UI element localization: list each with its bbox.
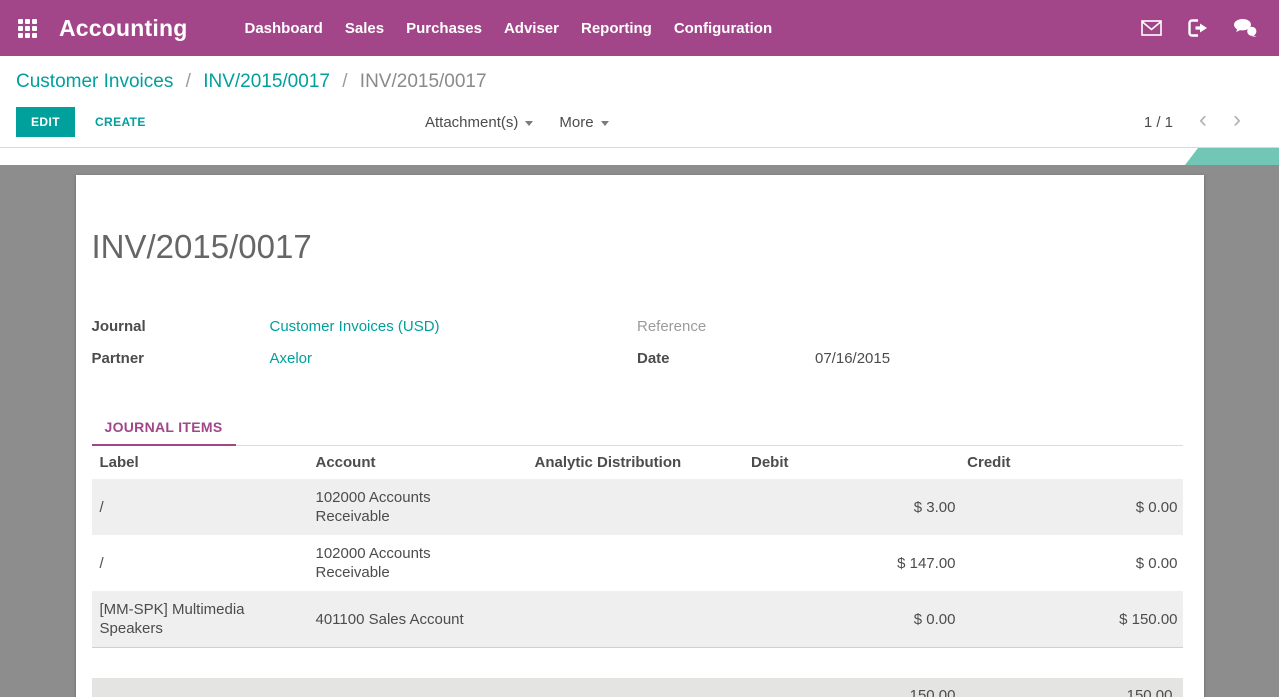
field-journal: Journal Customer Invoices (USD) — [92, 310, 638, 342]
field-partner: Partner Axelor — [92, 342, 638, 374]
control-panel-buttons: EDIT CREATE Attachment(s) More 1 / 1 ‹ › — [16, 107, 1263, 137]
header-account: Account — [316, 446, 535, 479]
journal-label: Journal — [92, 318, 270, 335]
header-label: Label — [92, 446, 316, 479]
table-row[interactable]: [MM-SPK] Multimedia Speakers 401100 Sale… — [92, 591, 1183, 648]
table-row[interactable]: / 102000 Accounts Receivable $ 147.00 $ … — [92, 535, 1183, 591]
notebook-tabs: JOURNAL ITEMS — [92, 419, 1183, 446]
pager: 1 / 1 ‹ › — [1144, 110, 1241, 134]
table-row[interactable]: / 102000 Accounts Receivable $ 3.00 $ 0.… — [92, 479, 1183, 535]
envelope-icon — [1141, 20, 1162, 36]
control-panel-dropdowns: Attachment(s) More — [425, 114, 609, 131]
cell-debit: $ 147.00 — [705, 535, 956, 591]
apps-grid-icon[interactable] — [18, 19, 37, 38]
total-credit: 150.00 — [956, 687, 1178, 697]
breadcrumb-current: INV/2015/0017 — [360, 71, 487, 92]
sign-out-icon — [1188, 19, 1208, 37]
nav-sales[interactable]: Sales — [334, 0, 395, 56]
status-stage-arrow — [1185, 148, 1279, 165]
header-analytic-distribution: Analytic Distribution — [535, 446, 705, 479]
tab-journal-items[interactable]: JOURNAL ITEMS — [92, 419, 236, 446]
journal-items-table: Label Account Analytic Distribution Debi… — [92, 446, 1183, 648]
nav-reporting[interactable]: Reporting — [570, 0, 663, 56]
cell-debit: $ 0.00 — [705, 591, 956, 648]
control-panel: Customer Invoices / INV/2015/0017 / INV/… — [0, 56, 1279, 148]
pager-next-button[interactable]: › — [1233, 110, 1241, 134]
invoice-number-title: INV/2015/0017 — [92, 175, 1183, 264]
journal-value-link[interactable]: Customer Invoices (USD) — [270, 318, 440, 335]
app-title: Accounting — [59, 15, 188, 42]
attachments-dropdown[interactable]: Attachment(s) — [425, 114, 533, 131]
cell-account: 102000 Accounts Receivable — [316, 479, 535, 535]
cell-analytic — [535, 535, 705, 591]
field-column-right: Reference Date 07/16/2015 — [637, 310, 1183, 374]
cell-label: / — [92, 535, 316, 591]
table-header-row: Label Account Analytic Distribution Debi… — [92, 446, 1183, 479]
field-date: Date 07/16/2015 — [637, 342, 1183, 374]
breadcrumb-invoice-parent[interactable]: INV/2015/0017 — [203, 71, 330, 92]
cell-label: [MM-SPK] Multimedia Speakers — [92, 591, 316, 648]
date-value: 07/16/2015 — [815, 350, 890, 367]
pager-count: 1 / 1 — [1144, 114, 1173, 131]
header-credit: Credit — [956, 446, 1183, 479]
breadcrumb-separator: / — [342, 71, 347, 92]
totals-row: 150.00 150.00 — [92, 678, 1183, 697]
breadcrumb-customer-invoices[interactable]: Customer Invoices — [16, 71, 173, 92]
breadcrumb-separator: / — [186, 71, 191, 92]
more-dropdown[interactable]: More — [559, 114, 608, 131]
partner-value-link[interactable]: Axelor — [270, 350, 313, 367]
reference-label: Reference — [637, 318, 815, 335]
field-group: Journal Customer Invoices (USD) Partner … — [92, 310, 1183, 374]
more-dropdown-label: More — [559, 114, 593, 131]
cell-credit: $ 0.00 — [956, 535, 1183, 591]
create-button[interactable]: CREATE — [95, 115, 146, 129]
field-reference: Reference — [637, 310, 1183, 342]
chat-button[interactable] — [1234, 19, 1257, 37]
breadcrumb: Customer Invoices / INV/2015/0017 / INV/… — [16, 70, 1263, 94]
total-debit: 150.00 — [92, 687, 956, 697]
statusbar — [0, 148, 1279, 165]
cell-account: 401100 Sales Account — [316, 591, 535, 648]
content-area: INV/2015/0017 Journal Customer Invoices … — [0, 165, 1279, 697]
attachments-dropdown-label: Attachment(s) — [425, 114, 518, 131]
cell-credit: $ 0.00 — [956, 479, 1183, 535]
edit-button[interactable]: EDIT — [16, 107, 75, 137]
logout-button[interactable] — [1188, 19, 1208, 37]
chevron-down-icon — [601, 121, 609, 126]
header-debit: Debit — [705, 446, 956, 479]
main-menu: Dashboard Sales Purchases Adviser Report… — [234, 0, 784, 56]
cell-credit: $ 150.00 — [956, 591, 1183, 648]
cell-debit: $ 3.00 — [705, 479, 956, 535]
chat-bubbles-icon — [1234, 19, 1257, 37]
chevron-down-icon — [525, 121, 533, 126]
form-sheet: INV/2015/0017 Journal Customer Invoices … — [76, 175, 1204, 697]
date-label: Date — [637, 350, 815, 367]
cell-analytic — [535, 479, 705, 535]
nav-dashboard[interactable]: Dashboard — [234, 0, 334, 56]
nav-purchases[interactable]: Purchases — [395, 0, 493, 56]
nav-configuration[interactable]: Configuration — [663, 0, 783, 56]
messages-button[interactable] — [1141, 20, 1162, 36]
cell-analytic — [535, 591, 705, 648]
cell-account: 102000 Accounts Receivable — [316, 535, 535, 591]
partner-label: Partner — [92, 350, 270, 367]
navbar-right-icons — [1141, 19, 1257, 37]
pager-previous-button[interactable]: ‹ — [1199, 110, 1207, 134]
nav-adviser[interactable]: Adviser — [493, 0, 570, 56]
cell-label: / — [92, 479, 316, 535]
field-column-left: Journal Customer Invoices (USD) Partner … — [92, 310, 638, 374]
top-navbar: Accounting Dashboard Sales Purchases Adv… — [0, 0, 1279, 56]
